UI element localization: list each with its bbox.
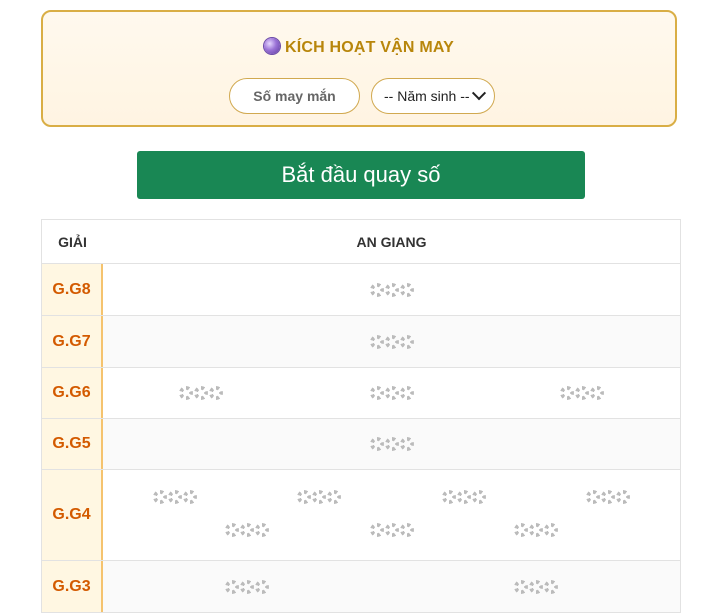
loading-spinner-icon	[585, 490, 630, 504]
results-table: GIẢI AN GIANG G.G8 G.G7 G.G6 G.G5 G.G4 G…	[41, 219, 681, 613]
start-spin-button[interactable]: Bắt đầu quay số	[137, 151, 585, 199]
loading-spinner-icon	[369, 523, 414, 538]
loading-spinner-icon	[559, 386, 604, 400]
province-column-header: AN GIANG	[356, 233, 427, 250]
prize-column-header: GIẢI	[42, 220, 103, 263]
loading-spinner-icon	[297, 490, 342, 504]
loading-spinner-icon	[513, 523, 558, 538]
lucky-activation-title: KÍCH HOẠT VẬN MAY	[43, 38, 675, 57]
table-header-row: GIẢI AN GIANG	[42, 220, 680, 264]
prize-values	[103, 419, 680, 469]
prize-values	[103, 316, 680, 367]
prize-values	[103, 470, 680, 560]
table-row: G.G4	[42, 470, 680, 561]
prize-label: G.G6	[42, 368, 103, 418]
loading-spinner-icon	[513, 579, 558, 594]
loading-spinner-icon	[441, 490, 486, 504]
loading-spinner-icon	[225, 523, 270, 538]
prize-values	[103, 368, 680, 418]
loading-spinner-icon	[179, 386, 224, 400]
table-row: G.G5	[42, 419, 680, 470]
prize-label: G.G5	[42, 419, 103, 469]
chevron-down-icon	[471, 86, 487, 101]
loading-spinner-icon	[369, 386, 414, 400]
prize-values	[103, 561, 680, 612]
loading-spinner-icon	[369, 334, 414, 349]
loading-spinner-icon	[369, 437, 414, 451]
prize-label: G.G4	[42, 470, 103, 560]
prize-label: G.G3	[42, 561, 103, 612]
birth-year-select[interactable]: -- Năm sinh --	[371, 78, 495, 114]
lucky-activation-title-text: KÍCH HOẠT VẬN MAY	[284, 39, 455, 56]
prize-label: G.G8	[42, 264, 103, 315]
birth-year-select-value: -- Năm sinh --	[384, 88, 470, 104]
table-row: G.G6	[42, 368, 680, 419]
loading-spinner-icon	[369, 282, 414, 297]
prize-values	[103, 264, 680, 315]
table-row: G.G7	[42, 316, 680, 368]
table-row: G.G8	[42, 264, 680, 316]
loading-spinner-icon	[153, 490, 198, 504]
lucky-number-input[interactable]	[229, 78, 360, 114]
crystal-ball-icon	[263, 38, 280, 54]
table-row: G.G3	[42, 561, 680, 613]
prize-label: G.G7	[42, 316, 103, 367]
loading-spinner-icon	[225, 579, 270, 594]
lucky-activation-panel: KÍCH HOẠT VẬN MAY -- Năm sinh --	[41, 10, 677, 127]
